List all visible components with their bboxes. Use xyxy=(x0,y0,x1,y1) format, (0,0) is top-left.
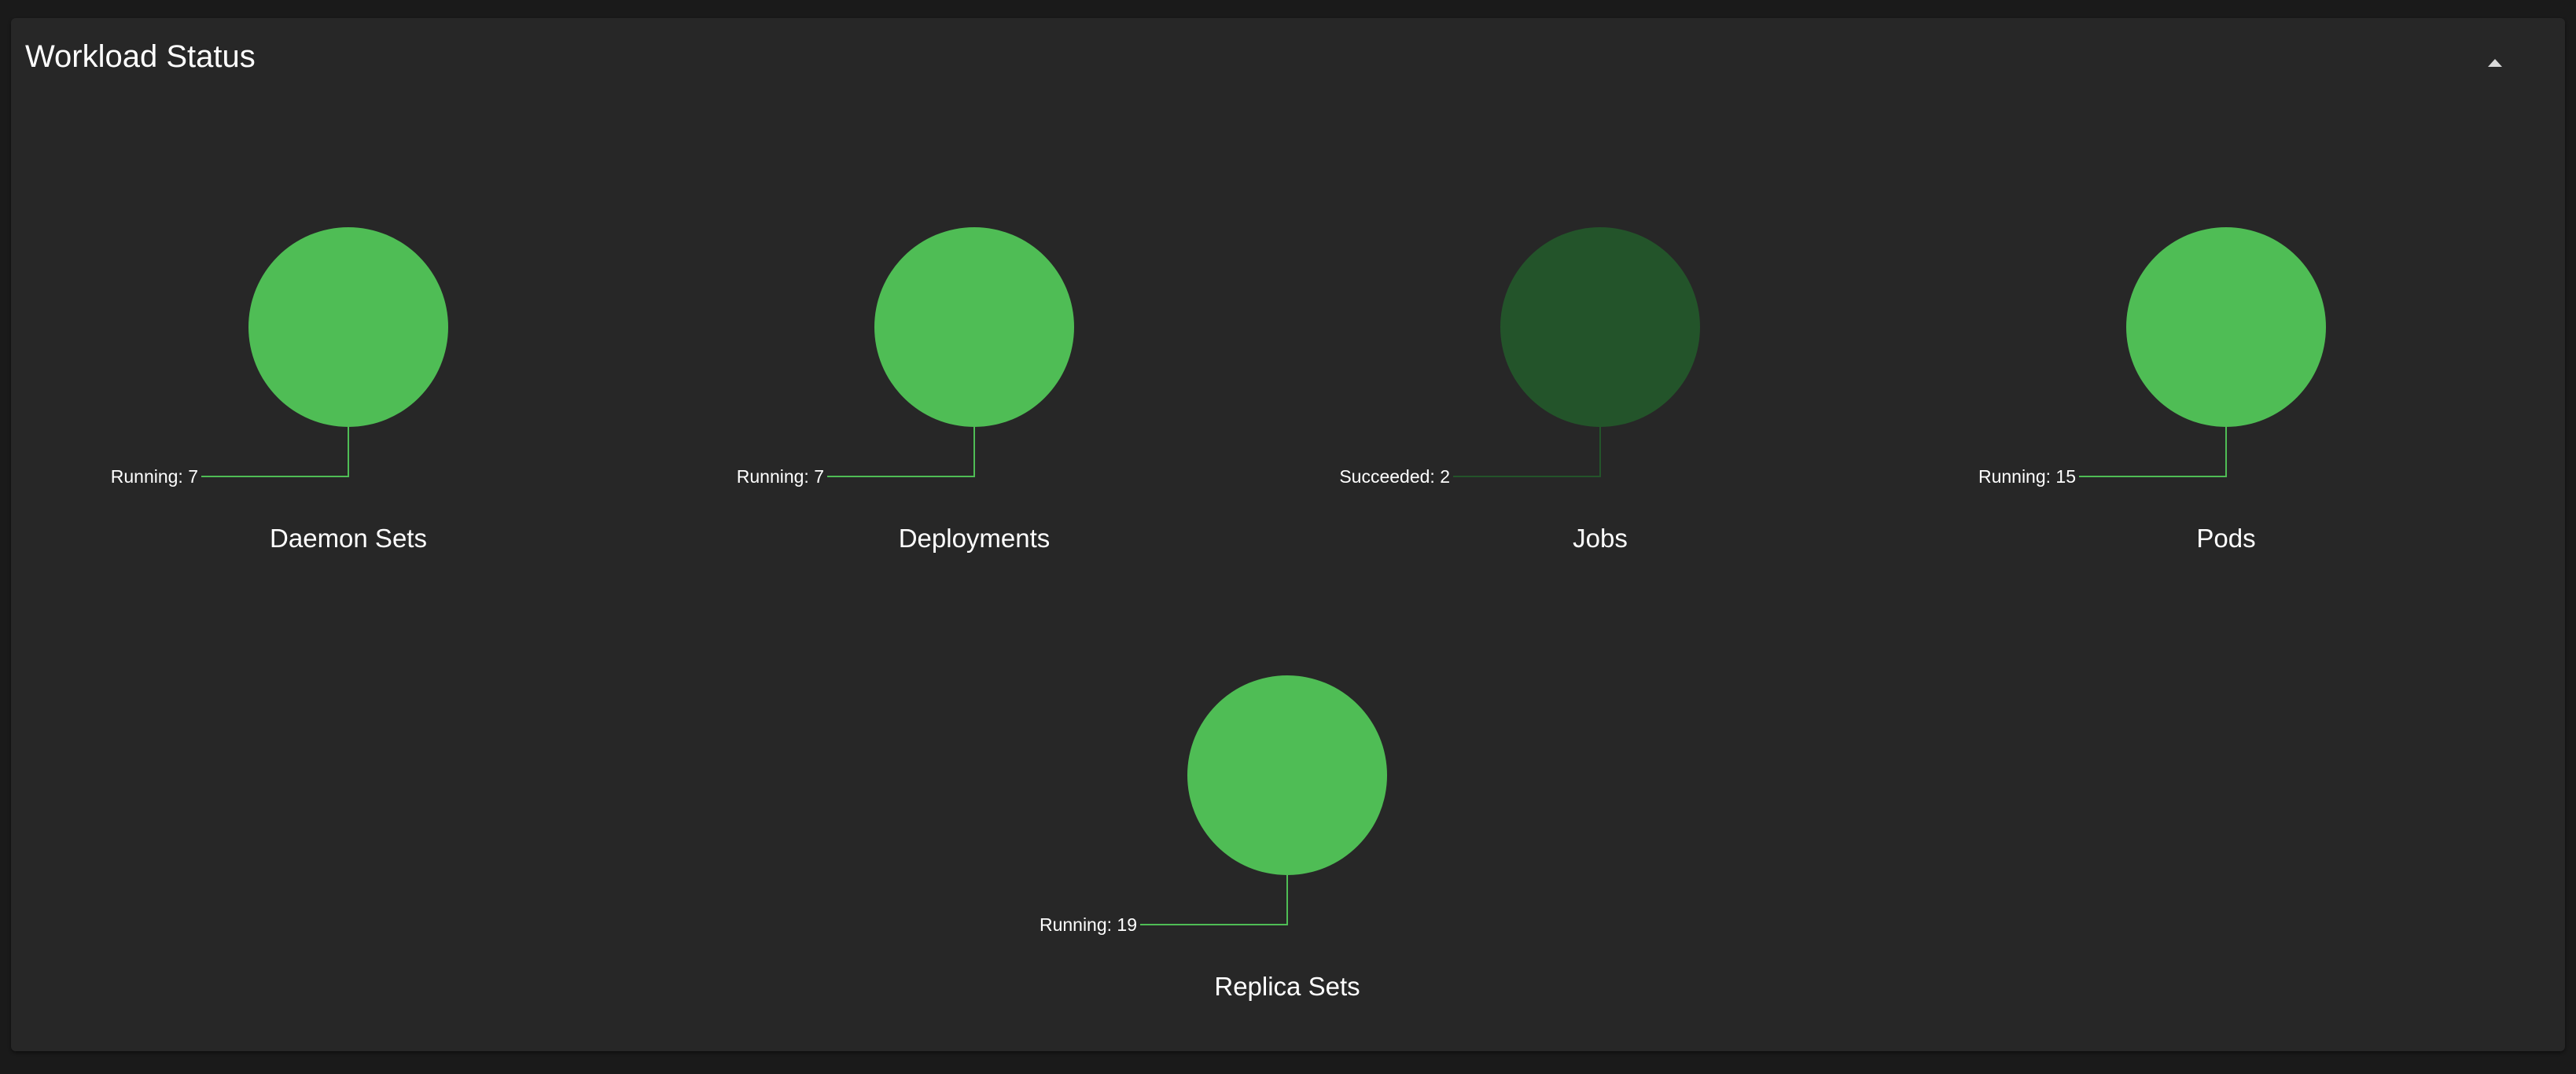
workload-status-panel xyxy=(11,18,2565,1051)
daemon-sets-slice-running[interactable] xyxy=(248,227,448,427)
deployments-slice-running[interactable] xyxy=(874,227,1074,427)
collapse-button[interactable] xyxy=(2477,49,2513,77)
panel-title: Workload Status xyxy=(25,39,256,74)
replica-sets-slice-running[interactable] xyxy=(1187,675,1387,875)
pods-slice-running[interactable] xyxy=(2126,227,2326,427)
chevron-up-icon xyxy=(2488,59,2502,67)
jobs-slice-succeeded[interactable] xyxy=(1500,227,1700,427)
